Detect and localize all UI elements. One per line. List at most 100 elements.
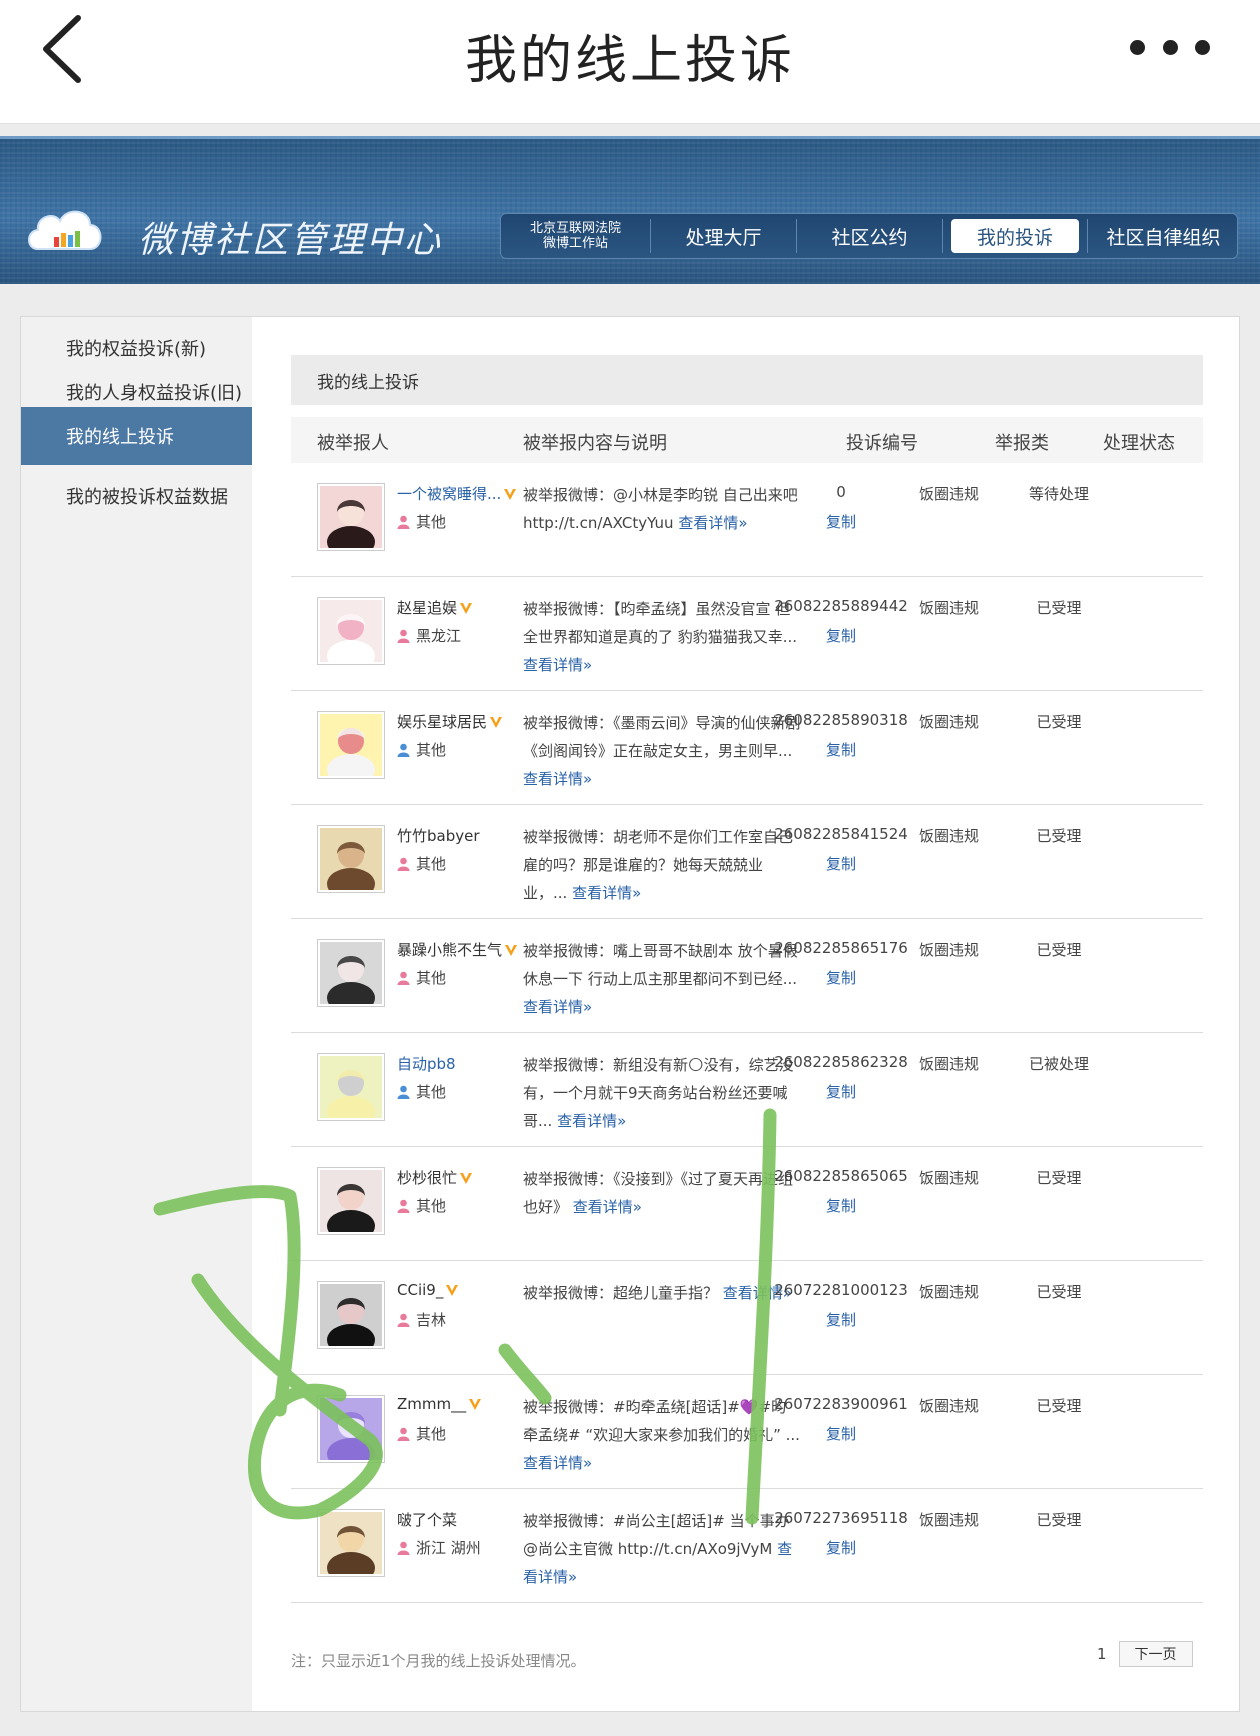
location-text: 其他 xyxy=(416,741,447,759)
user-name-text: 一个被窝睡得... xyxy=(397,485,502,503)
user-name-text: 啵了个菜 xyxy=(397,1511,458,1529)
reported-user-name[interactable]: CCii9_ xyxy=(397,1281,459,1299)
avatar[interactable] xyxy=(317,711,385,779)
nav-hall[interactable]: 处理大厅 xyxy=(651,219,797,253)
view-details-link[interactable]: 查看详情» xyxy=(557,1112,626,1130)
view-details-link[interactable]: 查看详情» xyxy=(523,770,592,788)
copy-link[interactable]: 复制 xyxy=(761,853,921,874)
main-panel: 我的线上投诉 被举报人 被举报内容与说明 投诉编号 举报类 处理状态 一个被窝睡… xyxy=(291,355,1203,1603)
complaint-content: 被举报微博：新组没有新🌕没有，综艺没有，一个月就干9天商务站台粉丝还要喊哥...… xyxy=(523,1051,801,1135)
sidebar-item-complained-data[interactable]: 我的被投诉权益数据 xyxy=(21,467,252,525)
table-row: 暴躁小熊不生气 其他 被举报微博：嘴上哥哥不缺剧本 放个暑假休息一下 行动上瓜主那里… xyxy=(291,919,1203,1033)
table-row: 一个被窝睡得... 其他 被举报微博：@小林是李昀锐 自己出来吧 http://t.… xyxy=(291,463,1203,577)
person-icon xyxy=(397,857,410,871)
status-badge: 已受理 xyxy=(1036,1169,1082,1187)
user-location: 其他 xyxy=(397,511,446,532)
complaint-content: 被举报微博：超绝儿童手指？ 查看详情» xyxy=(523,1279,801,1307)
table-row: 竹竹babyer 其他 被举报微博：胡老师不是你们工作室自己雇的吗？那是谁雇的？她每… xyxy=(291,805,1203,919)
footer-note: 注：只显示近1个月我的线上投诉处理情况。 xyxy=(291,1652,586,1670)
complaint-id: 26082285889442 xyxy=(774,597,908,615)
view-details-link[interactable]: 查看详情» xyxy=(523,656,592,674)
reported-user-name[interactable]: 赵星追娱 xyxy=(397,597,473,618)
table-row: 赵星追娱 黑龙江 被举报微博：【昀牵孟绕】虽然没官宣 但全世界都知道是真的了 豹豹猫… xyxy=(291,577,1203,691)
nav-convention[interactable]: 社区公约 xyxy=(797,219,943,253)
complaint-content: 被举报微博：《没接到》《过了夏天再进组也好》 查看详情» xyxy=(523,1165,801,1221)
report-category: 饭圈违规 xyxy=(918,1511,979,1529)
location-text: 其他 xyxy=(416,1425,447,1443)
copy-link[interactable]: 复制 xyxy=(761,1081,921,1102)
cloud-logo-icon xyxy=(28,210,102,250)
complaint-content: 被举报微博：胡老师不是你们工作室自己雇的吗？那是谁雇的？她每天兢兢业业，... … xyxy=(523,823,801,907)
user-name-text: 暴躁小熊不生气 xyxy=(397,941,503,959)
person-icon xyxy=(397,1199,410,1213)
verified-v-icon xyxy=(446,1285,459,1296)
copy-link[interactable]: 复制 xyxy=(761,1537,921,1558)
avatar[interactable] xyxy=(317,1509,385,1577)
copy-link[interactable]: 复制 xyxy=(761,739,921,760)
avatar[interactable] xyxy=(317,825,385,893)
reported-user-name[interactable]: 娱乐星球居民 xyxy=(397,711,503,732)
copy-link[interactable]: 复制 xyxy=(761,967,921,988)
status-badge: 已被处理 xyxy=(1028,1055,1089,1073)
avatar[interactable] xyxy=(317,939,385,1007)
col-content: 被举报内容与说明 xyxy=(523,433,667,454)
avatar[interactable] xyxy=(317,1053,385,1121)
verified-v-icon xyxy=(460,1173,473,1184)
user-location: 其他 xyxy=(397,853,446,874)
view-details-link[interactable]: 查看详情» xyxy=(523,1454,592,1472)
location-text: 其他 xyxy=(416,1197,447,1215)
reported-user-name[interactable]: 竹竹babyer xyxy=(397,825,480,846)
col-complaint-id: 投诉编号 xyxy=(846,433,918,454)
reported-user-name[interactable]: 啵了个菜 xyxy=(397,1509,457,1530)
copy-link[interactable]: 复制 xyxy=(761,511,921,532)
col-status: 处理状态 xyxy=(1103,433,1175,454)
user-name-text: CCii9_ xyxy=(397,1281,444,1299)
user-location: 黑龙江 xyxy=(397,625,461,646)
status-badge: 已受理 xyxy=(1036,827,1082,845)
report-category: 饭圈违规 xyxy=(918,485,979,503)
table-row: Zmmm__ 其他 被举报微博：#昀牵孟绕[超话]#💜#昀牵孟绕# “欢迎大家来参加… xyxy=(291,1375,1203,1489)
copy-link[interactable]: 复制 xyxy=(761,625,921,646)
nav-self-discipline[interactable]: 社区自律组织 xyxy=(1087,219,1239,253)
nav-court-station[interactable]: 北京互联网法院 微博工作站 xyxy=(501,219,651,253)
location-text: 其他 xyxy=(416,855,447,873)
reported-user-name[interactable]: Zmmm__ xyxy=(397,1395,482,1413)
nav-my-complaints[interactable]: 我的投诉 xyxy=(951,219,1079,253)
reported-user-name[interactable]: 自动pb8 xyxy=(397,1053,456,1074)
col-category: 举报类 xyxy=(995,433,1049,454)
complaint-id: 26072283900961 xyxy=(774,1395,908,1413)
status-badge: 已受理 xyxy=(1036,1397,1082,1415)
content-text: 被举报微博：《没接到》《过了夏天再进组也好》 xyxy=(523,1170,794,1216)
more-options-icon[interactable] xyxy=(1130,38,1210,56)
person-icon xyxy=(397,743,410,757)
avatar[interactable] xyxy=(317,1167,385,1235)
complaint-id: 26082285865065 xyxy=(774,1167,908,1185)
view-details-link[interactable]: 查看详情» xyxy=(572,884,641,902)
avatar[interactable] xyxy=(317,1281,385,1349)
weibo-banner: 微博社区管理中心 北京互联网法院 微博工作站 处理大厅 社区公约 我的投诉 社区… xyxy=(0,136,1260,284)
person-icon xyxy=(397,1313,410,1327)
view-details-link[interactable]: 查看详情» xyxy=(523,998,592,1016)
view-details-link[interactable]: 查看详情» xyxy=(573,1198,642,1216)
user-location: 其他 xyxy=(397,739,446,760)
copy-link[interactable]: 复制 xyxy=(761,1309,921,1330)
table-header: 被举报人 被举报内容与说明 投诉编号 举报类 处理状态 xyxy=(291,417,1203,463)
location-text: 浙江 湖州 xyxy=(416,1539,481,1557)
next-page-button[interactable]: 下一页 xyxy=(1118,1641,1193,1667)
avatar[interactable] xyxy=(317,597,385,665)
avatar[interactable] xyxy=(317,483,385,551)
content-card: 我的权益投诉(新) 我的人身权益投诉(旧) 我的线上投诉 我的被投诉权益数据 我… xyxy=(20,316,1240,1712)
col-reported-user: 被举报人 xyxy=(317,433,389,454)
copy-link[interactable]: 复制 xyxy=(761,1423,921,1444)
location-text: 吉林 xyxy=(416,1311,447,1329)
copy-link[interactable]: 复制 xyxy=(761,1195,921,1216)
reported-user-name[interactable]: 暴躁小熊不生气 xyxy=(397,939,518,960)
avatar[interactable] xyxy=(317,1395,385,1463)
reported-user-name[interactable]: 杪杪很忙 xyxy=(397,1167,473,1188)
user-name-text: 竹竹babyer xyxy=(397,827,480,845)
location-text: 黑龙江 xyxy=(416,627,462,645)
reported-user-name[interactable]: 一个被窝睡得... xyxy=(397,483,517,504)
view-details-link[interactable]: 查看详情» xyxy=(678,514,747,532)
user-name-text: 赵星追娱 xyxy=(397,599,458,617)
sidebar-item-online-complaints[interactable]: 我的线上投诉 xyxy=(21,407,252,465)
